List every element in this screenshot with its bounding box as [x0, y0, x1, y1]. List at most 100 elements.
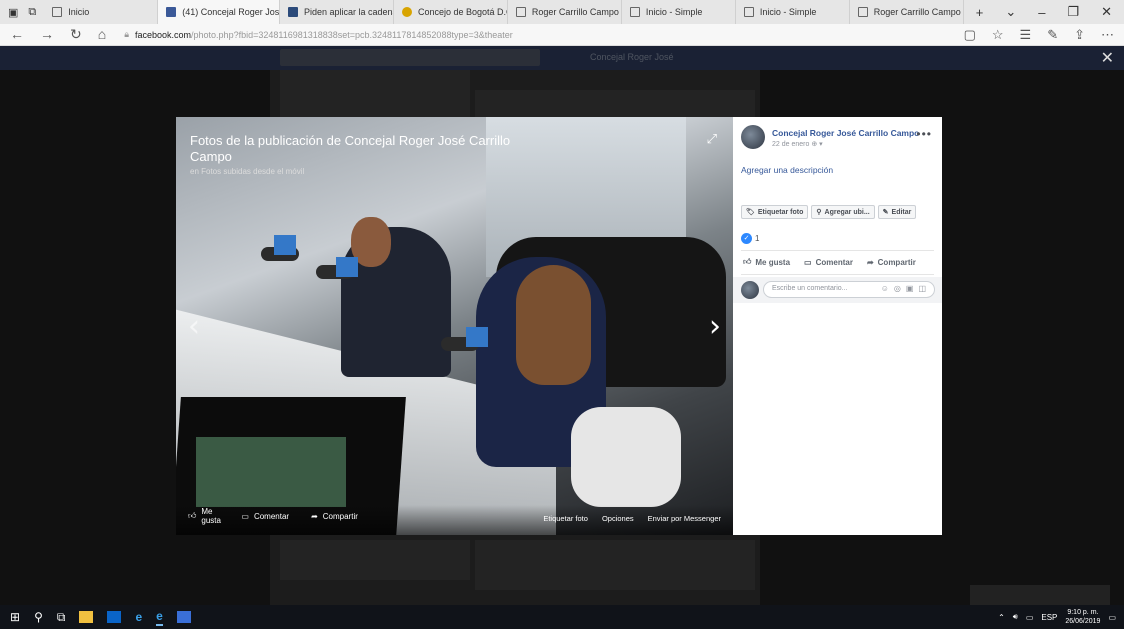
lock-icon: 🔒︎ [124, 29, 129, 39]
url-host: facebook.com [135, 29, 192, 40]
more-options-icon[interactable]: ••• [916, 127, 932, 141]
next-arrow-icon[interactable]: › [709, 309, 721, 344]
search-icon[interactable]: ⚲ [34, 610, 43, 624]
close-viewer-icon[interactable]: ✕ [1101, 48, 1114, 68]
expand-icon[interactable]: ⤢ [707, 131, 717, 147]
clock[interactable]: 9:10 p. m. 26/06/2019 [1065, 608, 1100, 626]
comment-composer: Escribe un comentario... ☺ ◎ ▣ ◫ [733, 277, 942, 303]
tag-photo-button[interactable]: 🏷︎ Etiquetar foto [741, 205, 809, 219]
pen-icon[interactable]: ✎ [1047, 27, 1058, 43]
doc-icon [857, 7, 868, 17]
previous-arrow-icon[interactable]: ‹ [188, 309, 200, 344]
internet-explorer-icon[interactable]: e [135, 610, 142, 624]
location-pin-icon: ⚲ [816, 209, 822, 216]
minimize-icon[interactable]: – [1038, 5, 1045, 20]
app-icon[interactable] [176, 611, 191, 623]
favorites-icon[interactable]: ☰ [1020, 27, 1032, 43]
address-actions: ▢ ☆ ☰ ✎ ⇪ ⋯ [964, 27, 1124, 43]
comment-input[interactable]: Escribe un comentario... ☺ ◎ ▣ ◫ [763, 281, 935, 298]
reading-view-icon[interactable]: ▢ [964, 27, 976, 43]
tab-7[interactable]: Roger Carrillo Campo | Verb [850, 0, 964, 24]
emoji-icon[interactable]: ☺ [881, 284, 889, 293]
tab-label: Roger Carrillo Campo | Verb [873, 7, 963, 17]
language-indicator[interactable]: ESP [1041, 613, 1057, 622]
more-icon[interactable]: ⋯ [1101, 27, 1114, 43]
share-button[interactable]: ➦ Compartir [867, 257, 916, 267]
camera-icon[interactable]: ◎ [894, 284, 901, 293]
comment-button[interactable]: ▭ Comentar [804, 257, 853, 267]
send-messenger-link[interactable]: Enviar por Messenger [648, 514, 721, 523]
refresh-icon[interactable]: ↻ [70, 26, 82, 43]
avatar [741, 281, 759, 299]
tab-label: Concejo de Bogotá D.C. - C [417, 7, 507, 17]
globe-icon[interactable]: ⊕ ▾ [811, 141, 822, 148]
photo-comment-button[interactable]: ▭ Comentar [241, 512, 289, 521]
doc-icon [515, 7, 526, 17]
facebook-icon [166, 7, 177, 17]
favorite-star-icon[interactable]: ☆ [992, 27, 1004, 43]
photo: Fotos de la publicación de Concejal Roge… [176, 117, 733, 535]
tab-label: Inicio [68, 7, 90, 17]
photo-tools: 🏷︎ Etiquetar foto ⚲ Agregar ubi... ✎ Edi… [741, 205, 917, 219]
sticker-icon[interactable]: ◫ [918, 284, 926, 293]
restore-icon[interactable]: ❐ [1067, 4, 1079, 20]
home-icon[interactable]: ⌂ [98, 26, 106, 43]
photo-viewer: Fotos de la publicación de Concejal Roge… [176, 117, 942, 535]
windows-start-icon[interactable]: ⊞ [10, 610, 20, 624]
comment-attachments: ☺ ◎ ▣ ◫ [881, 284, 926, 293]
add-description-link[interactable]: Agregar una descripción [741, 165, 833, 175]
edge-icon[interactable]: e [156, 609, 163, 626]
back-icon[interactable]: ← [10, 26, 24, 43]
chevron-up-icon[interactable]: ⌃ [998, 613, 1005, 622]
author-name[interactable]: Concejal Roger José Carrillo Campo [772, 128, 919, 138]
outlook-icon[interactable] [107, 611, 122, 623]
tab-label: (41) Concejal Roger Jos [182, 7, 280, 17]
new-tab-icon[interactable]: + [976, 5, 984, 20]
chevron-down-icon[interactable]: ⌄ [1005, 4, 1016, 20]
pencil-icon: ✎ [882, 209, 889, 216]
edit-button[interactable]: ✎ Editar [877, 205, 917, 219]
notifications-icon[interactable]: ▭ [1108, 613, 1116, 622]
window-controls: + ⌄ – ❐ ✕ [964, 0, 1124, 24]
profile-name: Concejal Roger José [590, 52, 674, 62]
photo-subtitle[interactable]: en Fotos subidas desde el móvil [190, 167, 304, 176]
reaction-count[interactable]: ✓ 1 [741, 233, 759, 244]
doc-icon [52, 7, 63, 17]
file-explorer-icon[interactable] [79, 611, 94, 623]
options-link[interactable]: Opciones [602, 514, 634, 523]
divider [741, 274, 934, 275]
tab-2[interactable]: Piden aplicar la cadena perp [280, 0, 394, 24]
tab-6[interactable]: Inicio - Simple [736, 0, 850, 24]
task-view-icon[interactable]: ⧉ [57, 610, 66, 625]
address-bar: ← → ↻ ⌂ 🔒︎ facebook.com/photo.php?fbid=3… [0, 24, 1124, 46]
set-aside-tabs-icon[interactable]: ⧉ [28, 6, 36, 19]
tab-4[interactable]: Roger Carrillo Campo | Verb [508, 0, 622, 24]
photo-title: Fotos de la publicación de Concejal Roge… [190, 133, 511, 164]
thumbs-up-icon: 👍︎ [743, 257, 752, 266]
tab-0[interactable]: Inicio [44, 0, 159, 24]
seal-icon [401, 7, 412, 17]
tab-3[interactable]: Concejo de Bogotá D.C. - C [394, 0, 508, 24]
like-button[interactable]: 👍︎ Me gusta [743, 257, 790, 267]
avatar[interactable] [741, 125, 765, 149]
volume-icon[interactable]: 🔊︎ [1013, 612, 1018, 622]
photo-share-button[interactable]: ➦ Compartir [311, 512, 358, 521]
tab-preview-icon[interactable]: ▣ [8, 6, 18, 19]
share-icon[interactable]: ⇪ [1074, 27, 1085, 43]
tab-1[interactable]: (41) Concejal Roger Jos ✕ [158, 0, 280, 24]
add-location-button[interactable]: ⚲ Agregar ubi... [811, 205, 875, 219]
gif-icon[interactable]: ▣ [906, 284, 914, 293]
network-icon[interactable]: ▭ [1026, 613, 1034, 622]
nav-buttons: ← → ↻ ⌂ [0, 26, 116, 43]
url-field[interactable]: 🔒︎ facebook.com/photo.php?fbid=324811698… [124, 29, 513, 40]
photo-actions-right: Etiquetar foto Opciones Enviar por Messe… [543, 514, 721, 523]
tab-5[interactable]: Inicio - Simple [622, 0, 736, 24]
tag-photo-link[interactable]: Etiquetar foto [543, 514, 588, 523]
tab-label: Piden aplicar la cadena perp [304, 7, 393, 17]
forward-icon[interactable]: → [40, 26, 54, 43]
photo-like-button[interactable]: 👍︎ Me gusta [188, 507, 221, 525]
facebook-search [280, 49, 540, 66]
photo-side-panel: Concejal Roger José Carrillo Campo 22 de… [733, 117, 942, 535]
post-actions: 👍︎ Me gusta ▭ Comentar ➦ Compartir [743, 257, 916, 267]
close-window-icon[interactable]: ✕ [1101, 4, 1112, 20]
